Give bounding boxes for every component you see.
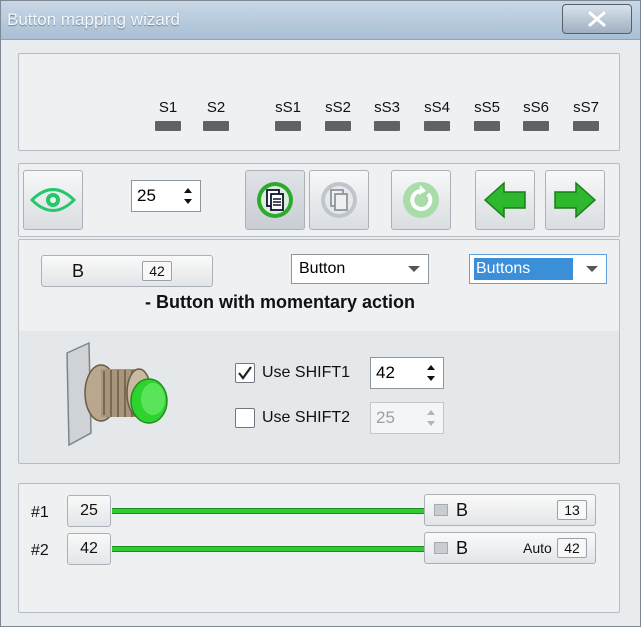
- indicator-ss1: sS1: [271, 98, 305, 131]
- indicator-led: [155, 121, 181, 131]
- stepper-arrows-icon[interactable]: [182, 183, 194, 209]
- refresh-icon: [403, 182, 439, 218]
- type-select[interactable]: Button: [291, 254, 429, 284]
- copy-icon: [257, 182, 293, 218]
- indicator-led: [424, 121, 450, 131]
- indicator-ss5: sS5: [470, 98, 504, 131]
- button-mapping-window: Button mapping wizard S1 S2 sS1 sS2 sS3 …: [0, 0, 641, 627]
- check-icon: [238, 366, 252, 380]
- eye-icon: [29, 188, 77, 212]
- toolbar-panel: 25: [18, 163, 620, 237]
- indicator-ss4: sS4: [420, 98, 454, 131]
- indicator-ss2: sS2: [321, 98, 355, 131]
- shift1-stepper[interactable]: 42: [370, 357, 444, 389]
- indicator-led: [275, 121, 301, 131]
- use-shift1-label: Use SHIFT1: [262, 364, 351, 381]
- close-icon: [588, 11, 606, 27]
- index-stepper[interactable]: 25: [131, 180, 201, 212]
- indicator-led: [325, 121, 351, 131]
- shift2-stepper[interactable]: 25: [370, 402, 444, 434]
- indicator-s2: S2: [199, 98, 233, 131]
- route-1-label: #1: [31, 504, 49, 521]
- push-button-image: [66, 341, 168, 447]
- group-select[interactable]: Buttons: [469, 254, 607, 284]
- use-shift2-checkbox[interactable]: [235, 408, 255, 428]
- mapping-panel: B 42 Button Buttons - Button with moment…: [18, 239, 620, 332]
- route-2-code: 42: [557, 538, 587, 558]
- mapping-description: - Button with momentary action: [145, 292, 415, 312]
- route-1-key: B: [456, 500, 469, 520]
- key-code-badge: 42: [142, 261, 172, 281]
- stepper-arrows-icon[interactable]: [425, 405, 437, 431]
- paste-button[interactable]: [309, 170, 369, 230]
- indicator-led: [203, 121, 229, 131]
- route-1-output[interactable]: B 13: [424, 494, 596, 526]
- route-2-mode: Auto: [523, 540, 552, 556]
- next-button[interactable]: [545, 170, 605, 230]
- route-1-link-line: [112, 508, 424, 514]
- copy-button[interactable]: [245, 170, 305, 230]
- indicator-ss3: sS3: [370, 98, 404, 131]
- indicator-s1: S1: [151, 98, 185, 131]
- route-1-input[interactable]: 25: [67, 495, 111, 527]
- indicator-led: [374, 121, 400, 131]
- arrow-right-icon: [554, 181, 597, 219]
- route-2-label: #2: [31, 542, 49, 559]
- route-2-input[interactable]: 42: [67, 533, 111, 565]
- route-2-key: B: [456, 538, 469, 558]
- key-field[interactable]: B 42: [41, 255, 213, 287]
- stepper-arrows-icon[interactable]: [425, 360, 437, 386]
- shift-panel: Use SHIFT1 42 Use SHIFT2 25: [18, 331, 620, 464]
- chevron-down-icon: [586, 266, 598, 272]
- previous-button[interactable]: [475, 170, 535, 230]
- routing-panel: #1 25 B 13 #2 42 B Auto 42: [18, 483, 620, 613]
- arrow-left-icon: [483, 181, 526, 219]
- title-bar: Button mapping wizard: [1, 1, 640, 40]
- key-label: B: [72, 261, 85, 281]
- handle-icon: [434, 542, 448, 554]
- window-title: Button mapping wizard: [7, 10, 180, 29]
- chevron-down-icon: [408, 266, 420, 272]
- route-2-output[interactable]: B Auto 42: [424, 532, 596, 564]
- indicator-led: [474, 121, 500, 131]
- handle-icon: [434, 504, 448, 516]
- indicator-ss6: sS6: [519, 98, 553, 131]
- indicator-panel: S1 S2 sS1 sS2 sS3 sS4 sS5 sS6 sS7: [18, 53, 620, 151]
- indicator-led: [573, 121, 599, 131]
- route-2-link-line: [112, 546, 424, 552]
- reset-button[interactable]: [391, 170, 451, 230]
- use-shift1-checkbox[interactable]: [235, 363, 255, 383]
- paste-icon: [321, 182, 357, 218]
- indicator-led: [523, 121, 549, 131]
- indicator-ss7: sS7: [569, 98, 603, 131]
- monitor-button[interactable]: [23, 170, 83, 230]
- use-shift2-label: Use SHIFT2: [262, 409, 351, 426]
- close-button[interactable]: [562, 4, 632, 34]
- route-1-code: 13: [557, 500, 587, 520]
